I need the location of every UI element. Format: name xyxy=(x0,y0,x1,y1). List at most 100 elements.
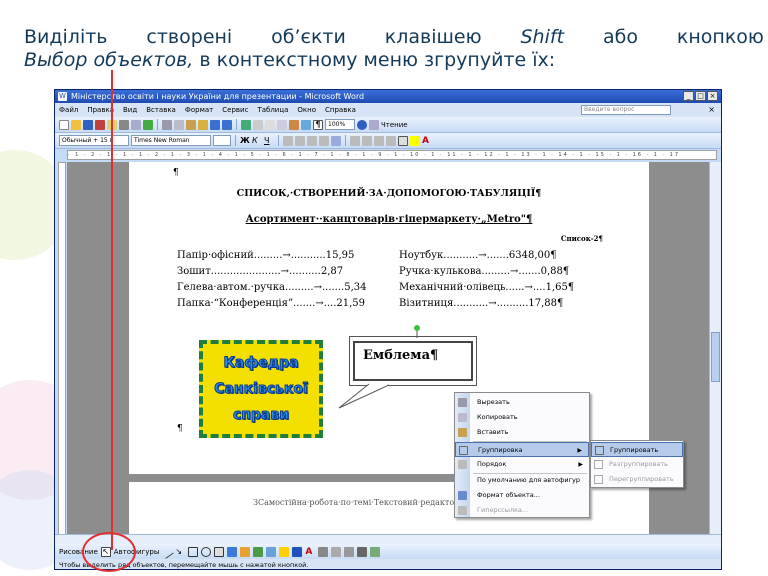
horizontal-scrollbar[interactable] xyxy=(55,534,721,544)
menu-edit[interactable]: Правка xyxy=(87,106,114,114)
increase-indent-icon[interactable] xyxy=(386,135,396,146)
wordart-icon[interactable] xyxy=(227,546,238,557)
group-icon xyxy=(459,446,468,455)
document-map-icon[interactable] xyxy=(301,119,311,130)
read-icon[interactable] xyxy=(369,119,379,130)
highlight-icon[interactable] xyxy=(410,135,420,146)
menu-item-paste[interactable]: Вставить xyxy=(455,425,589,440)
menu-item-order[interactable]: Порядок ▶ xyxy=(455,457,589,472)
minimize-button[interactable]: _ xyxy=(683,91,694,101)
close-document-icon[interactable]: × xyxy=(708,105,715,114)
align-center-icon[interactable] xyxy=(295,135,305,146)
context-menu: Вырезать Копировать Вставить Группировка… xyxy=(454,392,590,518)
callout-shape[interactable]: Емблема¶ xyxy=(349,336,477,386)
align-left-icon[interactable] xyxy=(283,135,293,146)
rotation-handle[interactable] xyxy=(413,324,421,338)
reading-button[interactable]: Чтение xyxy=(381,121,408,129)
copy-icon[interactable] xyxy=(174,119,184,130)
menu-item-autoshape-default[interactable]: По умолчанию для автофигур xyxy=(455,473,589,488)
fill-color-icon[interactable] xyxy=(279,546,290,557)
columns-icon[interactable] xyxy=(277,119,287,130)
vertical-scrollbar[interactable] xyxy=(709,162,721,534)
rectangle-icon[interactable] xyxy=(188,546,199,557)
vertical-ruler[interactable] xyxy=(58,162,66,542)
bold-icon[interactable]: Ж xyxy=(240,136,250,146)
spelling-icon[interactable] xyxy=(143,119,153,130)
textbox-icon[interactable] xyxy=(214,546,225,557)
justify-icon[interactable] xyxy=(319,135,329,146)
pointer-line xyxy=(111,70,113,550)
bullets-icon[interactable] xyxy=(362,135,372,146)
menu-item-grouping[interactable]: Группировка ▶ xyxy=(455,442,589,457)
new-icon[interactable] xyxy=(59,119,69,130)
decrease-indent-icon[interactable] xyxy=(374,135,384,146)
permission-icon[interactable] xyxy=(95,119,105,130)
italic-icon[interactable]: К xyxy=(252,136,262,146)
format-painter-icon[interactable] xyxy=(198,119,208,130)
drawing-icon[interactable] xyxy=(289,119,299,130)
arrow-icon[interactable]: ↘ xyxy=(175,547,185,557)
preview-icon[interactable] xyxy=(131,119,141,130)
zoom-select[interactable]: 100% xyxy=(325,119,355,130)
list-item: Гелева·автом.·ручка.........→.......5,34 xyxy=(177,282,367,293)
menu-help[interactable]: Справка xyxy=(325,106,356,114)
scroll-thumb[interactable] xyxy=(711,332,720,382)
menu-format[interactable]: Формат xyxy=(185,106,213,114)
menu-window[interactable]: Окно xyxy=(297,106,316,114)
borders-icon[interactable] xyxy=(398,135,408,146)
show-hide-icon[interactable]: ¶ xyxy=(313,119,323,130)
redo-icon[interactable] xyxy=(222,119,232,130)
word-window: W Міністерство освіти і науки України дл… xyxy=(54,89,722,570)
menu-item-format-object[interactable]: Формат объекта... xyxy=(455,488,589,503)
submenu-arrow-icon: ▶ xyxy=(577,447,582,454)
paste-icon[interactable] xyxy=(186,119,196,130)
paste-icon xyxy=(458,428,467,437)
cut-icon[interactable] xyxy=(162,119,172,130)
style-select[interactable]: Обычный + 15 г xyxy=(59,135,129,146)
line-color-icon[interactable] xyxy=(292,546,303,557)
font-color-icon[interactable]: A xyxy=(422,136,432,146)
clipart-icon[interactable] xyxy=(253,546,264,557)
submenu-item-group[interactable]: Группировать xyxy=(591,442,683,457)
instruction-line-2: Выбор объектов, в контекстному меню згру… xyxy=(24,49,556,71)
print-icon[interactable] xyxy=(119,119,129,130)
horizontal-ruler[interactable]: · 1 · 2 · 1 · 1 · 1 · 2 · 1 · 3 · 1 · 4 … xyxy=(67,150,717,160)
wordart-emblem[interactable]: Кафедра Санківської справи xyxy=(199,340,323,438)
font-color-icon[interactable]: A xyxy=(305,547,315,557)
menu-tools[interactable]: Сервис xyxy=(222,106,248,114)
menu-file[interactable]: Файл xyxy=(59,106,78,114)
menu-table[interactable]: Таблица xyxy=(257,106,288,114)
undo-icon[interactable] xyxy=(210,119,220,130)
line-icon[interactable] xyxy=(160,544,175,559)
maximize-button[interactable]: □ xyxy=(695,91,706,101)
open-icon[interactable] xyxy=(71,119,81,130)
help-search-input[interactable]: Введите вопрос xyxy=(581,105,671,115)
arrow-style-icon[interactable] xyxy=(344,546,355,557)
save-icon[interactable] xyxy=(83,119,93,130)
3d-icon[interactable] xyxy=(370,546,381,557)
menu-insert[interactable]: Вставка xyxy=(146,106,176,114)
numbering-icon[interactable] xyxy=(350,135,360,146)
menu-item-copy[interactable]: Копировать xyxy=(455,410,589,425)
menu-item-cut[interactable]: Вырезать xyxy=(455,395,589,410)
menu-view[interactable]: Вид xyxy=(123,106,137,114)
tables-icon[interactable] xyxy=(253,119,263,130)
list-item: Зошит......................→..........2,… xyxy=(177,266,344,277)
close-button[interactable]: × xyxy=(707,91,718,101)
hyperlink-icon[interactable] xyxy=(241,119,251,130)
line-style-icon[interactable] xyxy=(318,546,329,557)
align-right-icon[interactable] xyxy=(307,135,317,146)
group-icon xyxy=(595,446,604,455)
font-size-select[interactable] xyxy=(213,135,231,146)
picture-icon[interactable] xyxy=(266,546,277,557)
shadow-icon[interactable] xyxy=(357,546,368,557)
underline-icon[interactable]: Ч xyxy=(264,136,274,146)
diagram-icon[interactable] xyxy=(240,546,251,557)
font-select[interactable]: Times New Roman xyxy=(131,135,211,146)
dash-style-icon[interactable] xyxy=(331,546,342,557)
help-icon[interactable] xyxy=(357,119,367,130)
line-spacing-icon[interactable] xyxy=(331,135,341,146)
document-subtitle: Асортимент··канцтоварів·гіпермаркету·„Me… xyxy=(245,214,533,225)
insert-table-icon[interactable] xyxy=(265,119,275,130)
oval-icon[interactable] xyxy=(201,546,212,557)
